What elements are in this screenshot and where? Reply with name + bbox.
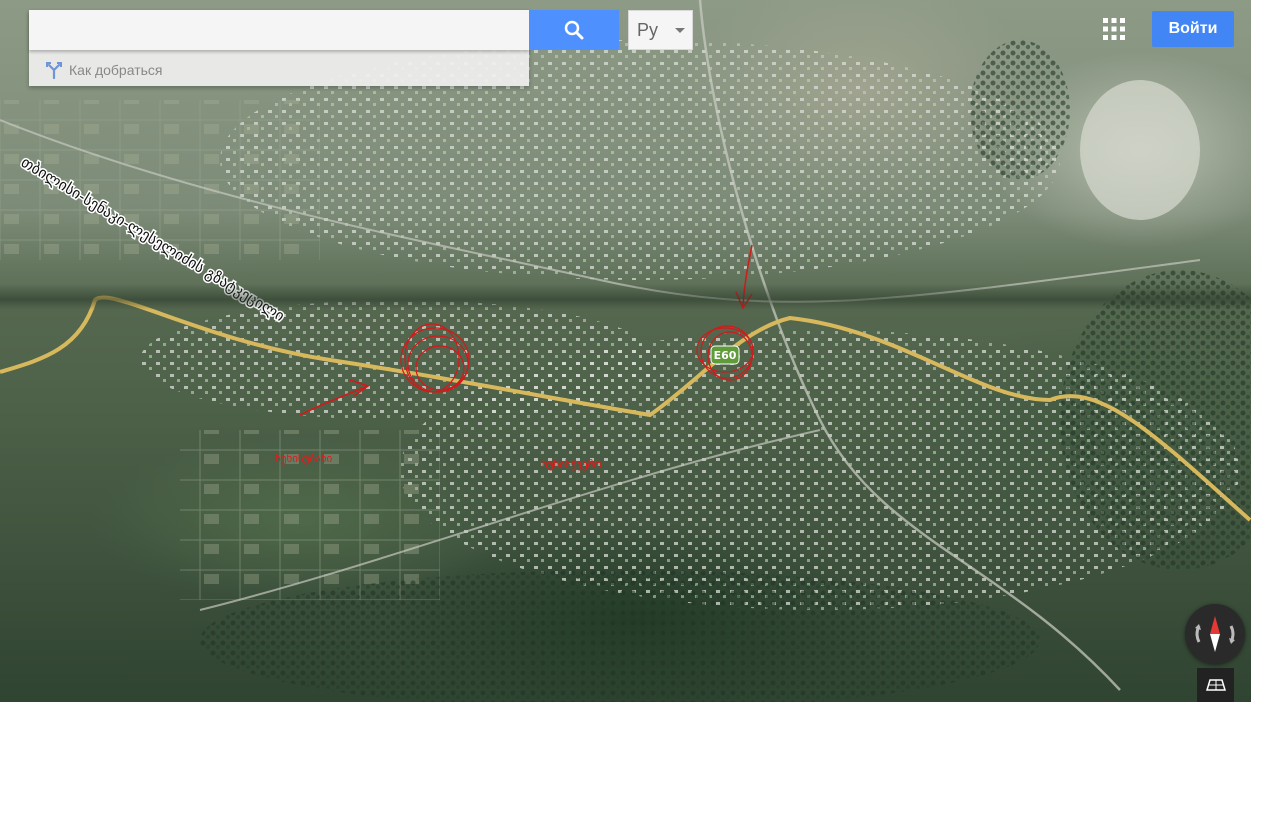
quarry — [1080, 80, 1200, 220]
search-panel: Как добраться — [29, 10, 529, 86]
tilt-button[interactable] — [1197, 668, 1234, 702]
search-icon — [564, 20, 584, 40]
chevron-down-icon — [675, 28, 685, 33]
language-selected: Ру — [637, 19, 659, 40]
annotation-label: ნუნისქვემო — [542, 458, 602, 471]
language-select[interactable]: Ру — [628, 10, 693, 50]
search-input[interactable] — [29, 10, 529, 50]
directions-label: Как добраться — [69, 62, 163, 78]
route-shield-text: E60 — [714, 349, 737, 362]
route-shield-e60: E60 — [710, 345, 740, 365]
directions-icon — [46, 62, 62, 79]
apps-button[interactable] — [1102, 17, 1126, 41]
map-canvas: თბილისი-სენაკი-ლესელიძის გზატკეცილი ნუნი… — [0, 0, 1251, 702]
apps-grid-icon — [1103, 18, 1125, 40]
compass-control[interactable] — [1185, 604, 1245, 664]
login-button[interactable]: Войти — [1152, 11, 1234, 47]
annotation-label: ნუნისუბანი — [275, 452, 332, 465]
tilt-3d-icon — [1205, 679, 1226, 691]
compass-icon — [1195, 616, 1235, 652]
search-button[interactable] — [529, 10, 619, 50]
viewport: თბილისი-სენაკი-ლესელიძის გზატკეცილი ნუნი… — [0, 0, 1274, 838]
directions-link[interactable]: Как добраться — [45, 60, 162, 80]
satellite-map[interactable]: თბილისი-სენაკი-ლესელიძის გზატკეცილი ნუნი… — [0, 0, 1251, 702]
tile-seam — [0, 284, 1251, 310]
forest-north — [970, 40, 1070, 180]
